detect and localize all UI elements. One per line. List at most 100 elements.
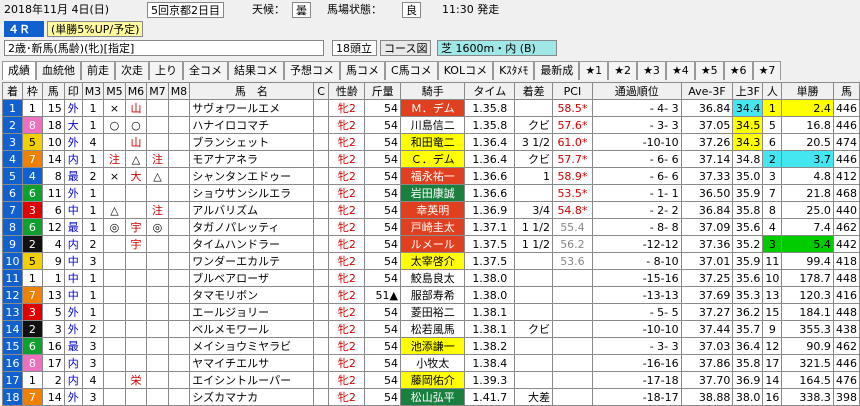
tab-19[interactable]: ★7 bbox=[752, 61, 782, 80]
cell-m3: 1 bbox=[81, 201, 105, 219]
cell-pop: 11 bbox=[762, 252, 783, 270]
table-row[interactable]: 12 7 13 中 1 タマモリボン 牝2 51▲ 服部寿希 1.38.0 -13-13 37.69 3… bbox=[2, 286, 860, 304]
column-header-21[interactable]: 単勝 bbox=[781, 82, 834, 100]
column-header-3[interactable]: 印 bbox=[63, 82, 83, 100]
cell-margin: クビ bbox=[514, 320, 554, 338]
tab-18[interactable]: ★6 bbox=[723, 61, 753, 80]
tab-3[interactable]: 次走 bbox=[115, 61, 149, 80]
cell-m6: 大 bbox=[124, 167, 148, 185]
column-header-9[interactable]: 馬 名 bbox=[189, 82, 314, 100]
cell-pop: 15 bbox=[762, 303, 783, 321]
cell-last: 438 bbox=[832, 320, 860, 338]
tab-10[interactable]: KOLコメ bbox=[437, 61, 494, 80]
column-header-8[interactable]: M8 bbox=[167, 82, 191, 100]
column-header-11[interactable]: 性齢 bbox=[328, 82, 366, 100]
cell-c bbox=[312, 218, 330, 236]
column-header-1[interactable]: 枠 bbox=[21, 82, 43, 100]
table-row[interactable]: 8 6 12 最 1 ◎ 宇 ◎ タガノパレッティ 牝2 54 戸崎圭太 1.37.1 1 1/2 55.4… bbox=[2, 218, 860, 236]
column-header-16[interactable]: PCI bbox=[552, 82, 593, 100]
course-map-button[interactable]: コース図 bbox=[380, 40, 432, 56]
column-header-6[interactable]: M6 bbox=[124, 82, 148, 100]
cell-pass: - 3- 3 bbox=[591, 116, 682, 134]
table-row[interactable]: 15 6 16 最 3 メイショウミヤラビ 牝2 54 池添謙一 1.38.2 - 3- 3 37.0… bbox=[2, 337, 860, 355]
cell-m3: 2 bbox=[81, 235, 105, 253]
cell-m8 bbox=[167, 388, 191, 406]
table-row[interactable]: 5 4 8 最 2 × 大 △ シャンタンエドゥー 牝2 54 福永祐一 1.36.6 1 58.9* - 6… bbox=[2, 167, 860, 185]
cell-jockey: 川島信二 bbox=[399, 116, 466, 134]
cell-jockey: 池添謙一 bbox=[399, 337, 466, 355]
cell-waku: 1 bbox=[21, 269, 43, 287]
cell-pci bbox=[552, 269, 593, 287]
column-header-22[interactable]: 馬 bbox=[832, 82, 860, 100]
tab-15[interactable]: ★3 bbox=[637, 61, 666, 80]
column-header-13[interactable]: 騎手 bbox=[399, 82, 466, 100]
table-row[interactable]: 10 5 9 中 3 ワンダーエカルテ 牝2 54 太宰啓介 1.37.5 53.6- 8-10 37… bbox=[2, 252, 860, 270]
column-header-2[interactable]: 馬 bbox=[41, 82, 65, 100]
tab-7[interactable]: 予想コメ bbox=[284, 61, 340, 80]
column-header-5[interactable]: M5 bbox=[103, 82, 126, 100]
cell-name: シャンタンエドゥー bbox=[189, 167, 314, 185]
table-row[interactable]: 18 7 14 外 3 シズカマナカ 牝2 54 松山弘平 1.41.7 大差 -18-17 38.88… bbox=[2, 388, 860, 406]
column-header-0[interactable]: 着 bbox=[2, 82, 23, 100]
table-row[interactable]: 1 1 15 外 1 × 山サヴォワールエメ 牝2 54 Ｍ．デム 1.35.8 58.5* - 4- … bbox=[2, 99, 860, 117]
tab-14[interactable]: ★2 bbox=[608, 61, 638, 80]
table-row[interactable]: 14 2 3 外 2 ベルメモワール 牝2 54 松若風馬 1.38.1 クビ -10-10 37.44… bbox=[2, 320, 860, 338]
cell-name: サヴォワールエメ bbox=[189, 99, 314, 117]
table-row[interactable]: 13 3 5 外 1 エールジョリー 牝2 54 菱田裕二 1.38.1 - 5- 5 37.27 36… bbox=[2, 303, 860, 321]
tab-12[interactable]: 最新成 bbox=[534, 61, 580, 80]
tab-2[interactable]: 前走 bbox=[81, 61, 115, 80]
column-header-20[interactable]: 人 bbox=[762, 82, 783, 100]
race-conditions: 2歳･新馬(馬齢)(牝)[指定] bbox=[4, 40, 324, 56]
column-header-18[interactable]: Ave-3F bbox=[680, 82, 734, 100]
column-header-10[interactable]: C bbox=[312, 82, 330, 100]
tab-17[interactable]: ★5 bbox=[694, 61, 724, 80]
table-row[interactable]: 4 7 14 内 1 注 △ 注モアナアネラ 牝2 54 Ｃ．デム 1.36.4 クビ 57.7* - 6-… bbox=[2, 150, 860, 168]
cell-pci: 54.8* bbox=[552, 201, 593, 219]
cell-up3: 35.8 bbox=[732, 201, 764, 219]
tab-16[interactable]: ★4 bbox=[665, 61, 695, 80]
cell-mark: 最 bbox=[63, 167, 83, 185]
tab-0[interactable]: 成績 bbox=[2, 61, 36, 80]
cell-m8 bbox=[167, 252, 191, 270]
cell-jockey: 岩田康誠 bbox=[399, 184, 466, 202]
cell-rank: 11 bbox=[2, 269, 23, 287]
cell-odds: 90.9 bbox=[781, 337, 834, 355]
table-row[interactable]: 3 5 10 外 4 山 ブランシェット 牝2 54 和田竜二 1.36.4 3 1/2 61.0* -1… bbox=[2, 133, 860, 151]
table-row[interactable]: 9 2 4 内 2 宇タイムハンドラー 牝2 54 ルメール 1.37.5 1 1/2 56.2 -12… bbox=[2, 235, 860, 253]
cell-odds: 7.4 bbox=[781, 218, 834, 236]
table-row[interactable]: 16 8 17 内 3 ヤマイチエルサ 牝2 54 小牧太 1.38.4 -16-16 37.86 35… bbox=[2, 354, 860, 372]
cell-pci bbox=[552, 354, 593, 372]
column-header-4[interactable]: M3 bbox=[81, 82, 105, 100]
table-row[interactable]: 17 1 2 内 4 栄 エイシントルーパー 牝2 54 藤岡佑介 1.39.3 -17-18 37.7… bbox=[2, 371, 860, 389]
tab-1[interactable]: 血統他 bbox=[36, 61, 81, 80]
cell-num: 17 bbox=[41, 354, 65, 372]
column-header-12[interactable]: 斤量 bbox=[364, 82, 401, 100]
tab-9[interactable]: C馬コメ bbox=[385, 61, 438, 80]
cell-num: 1 bbox=[41, 269, 65, 287]
cell-odds: 99.4 bbox=[781, 252, 834, 270]
table-row[interactable]: 11 1 1 中 1 ブルベアローザ 牝2 54 鮫島良太 1.38.0 -15-16 37.25 35… bbox=[2, 269, 860, 287]
cell-jockey: 幸英明 bbox=[399, 201, 466, 219]
column-header-17[interactable]: 通過順位 bbox=[591, 82, 682, 100]
tab-13[interactable]: ★1 bbox=[579, 61, 609, 80]
cell-mark: 外 bbox=[63, 133, 83, 151]
column-header-14[interactable]: タイム bbox=[464, 82, 516, 100]
column-header-19[interactable]: 上3F bbox=[732, 82, 764, 100]
tab-4[interactable]: 上り bbox=[149, 61, 183, 80]
cell-odds: 16.8 bbox=[781, 116, 834, 134]
column-header-7[interactable]: M7 bbox=[146, 82, 169, 100]
tab-6[interactable]: 結果コメ bbox=[228, 61, 284, 80]
cell-wt: 54 bbox=[364, 184, 401, 202]
table-row[interactable]: 7 3 6 中 1 △ 注 アルバリズム 牝2 54 幸英明 1.36.9 3/4 54.8* - 2- 2… bbox=[2, 201, 860, 219]
table-row[interactable]: 2 8 18 大 1 ○ ○ ハナイロコマチ 牝2 54 川島信二 1.35.8 クビ 57.6* - 3-… bbox=[2, 116, 860, 134]
column-header-15[interactable]: 着差 bbox=[514, 82, 554, 100]
cell-jockey: Ｍ．デム bbox=[399, 99, 466, 117]
cell-m3: 1 bbox=[81, 286, 105, 304]
cell-c bbox=[312, 303, 330, 321]
cell-rank: 1 bbox=[2, 99, 23, 117]
tab-5[interactable]: 全コメ bbox=[183, 61, 228, 80]
tab-11[interactable]: Kｽﾀﾒﾓ bbox=[493, 61, 535, 80]
cell-time: 1.36.9 bbox=[464, 201, 516, 219]
tab-8[interactable]: 馬コメ bbox=[340, 61, 385, 80]
table-row[interactable]: 6 6 11 外 1 ショウサンシルエラ 牝2 54 岩田康誠 1.36.6 53.5* - 1- 1… bbox=[2, 184, 860, 202]
